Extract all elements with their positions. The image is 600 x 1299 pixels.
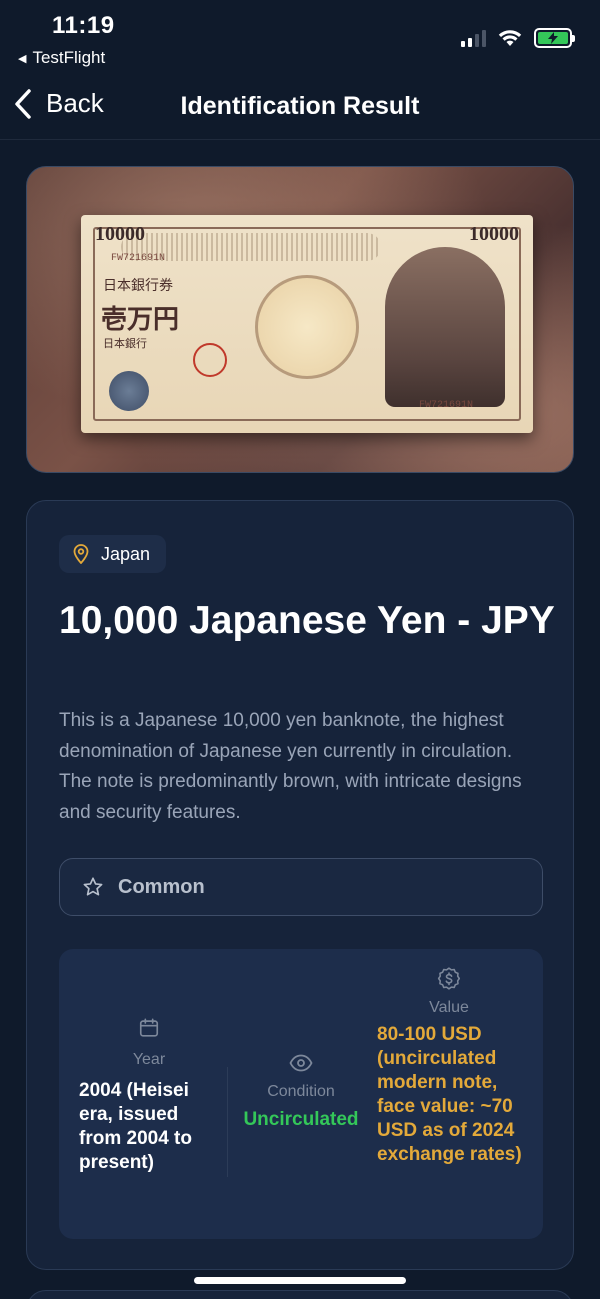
banknote-illustration: 10000 10000 FW721691N 日本銀行券 壱万円 日本銀行 FW7…	[81, 215, 533, 433]
calendar-icon	[139, 1018, 159, 1037]
wifi-icon	[498, 30, 522, 46]
portrait	[385, 247, 505, 407]
battery-icon	[534, 28, 575, 48]
year-value: 2004 (Heisei era, issued from 2004 to pr…	[79, 1080, 192, 1173]
back-to-testflight[interactable]: ◀ TestFlight	[18, 48, 105, 68]
kanji-top: 日本銀行券	[103, 278, 173, 294]
back-triangle-icon: ◀	[18, 52, 27, 65]
status-time: 11:19	[52, 12, 115, 39]
rarity-badge: Common	[59, 858, 543, 916]
watermark-oval	[255, 275, 359, 379]
back-app-label: TestFlight	[32, 48, 106, 67]
kanji-bottom: 日本銀行	[103, 337, 147, 350]
kanji-main: 壱万円	[101, 305, 180, 335]
stat-condition: Condition Uncirculated	[235, 1053, 367, 1131]
value-amount: 80-100 USD (uncirculated modern note, fa…	[377, 1024, 522, 1165]
banknote-description: This is a Japanese 10,000 yen banknote, …	[59, 710, 522, 823]
stat-year: Year 2004 (Heisei era, issued from 2004 …	[79, 1017, 219, 1175]
map-pin-icon	[73, 544, 89, 564]
year-label: Year	[132, 1051, 166, 1068]
charging-bolt-icon	[548, 32, 558, 44]
home-indicator[interactable]	[194, 1277, 406, 1284]
page-title: Identification Result	[180, 92, 420, 120]
condition-value: Uncirculated	[243, 1109, 359, 1130]
seal-mark	[193, 343, 227, 377]
dollar-badge-icon	[437, 967, 461, 990]
navigation-bar: Back Identification Result	[0, 72, 600, 140]
banknote-title: 10,000 Japanese Yen - JPY	[59, 599, 555, 642]
star-icon	[83, 877, 103, 896]
stat-value: Value 80-100 USD (uncirculated modern no…	[377, 967, 537, 1167]
serial-bottom: FW721691N	[418, 400, 473, 411]
stats-panel: Year 2004 (Heisei era, issued from 2004 …	[59, 949, 543, 1239]
stat-divider	[227, 1067, 228, 1177]
status-bar: 11:19 ◀ TestFlight	[0, 0, 600, 72]
rosette-mark	[109, 371, 149, 411]
rarity-label: Common	[118, 875, 205, 898]
serial-top: FW721691N	[111, 253, 166, 264]
status-icons	[461, 28, 575, 48]
cellular-signal-icon	[461, 29, 486, 47]
denomination-left: 10000	[95, 223, 145, 245]
result-card: Japan 10,000 Japanese Yen - JPY This is …	[26, 500, 574, 1270]
condition-label: Condition	[267, 1083, 335, 1100]
country-chip: Japan	[59, 535, 167, 573]
denomination-right: 10000	[469, 223, 519, 245]
value-label: Value	[429, 999, 469, 1016]
banknote-image: 10000 10000 FW721691N 日本銀行券 壱万円 日本銀行 FW7…	[26, 166, 574, 473]
next-card-edge	[26, 1290, 574, 1299]
eye-icon	[289, 1054, 313, 1072]
country-label: Japan	[101, 543, 151, 564]
